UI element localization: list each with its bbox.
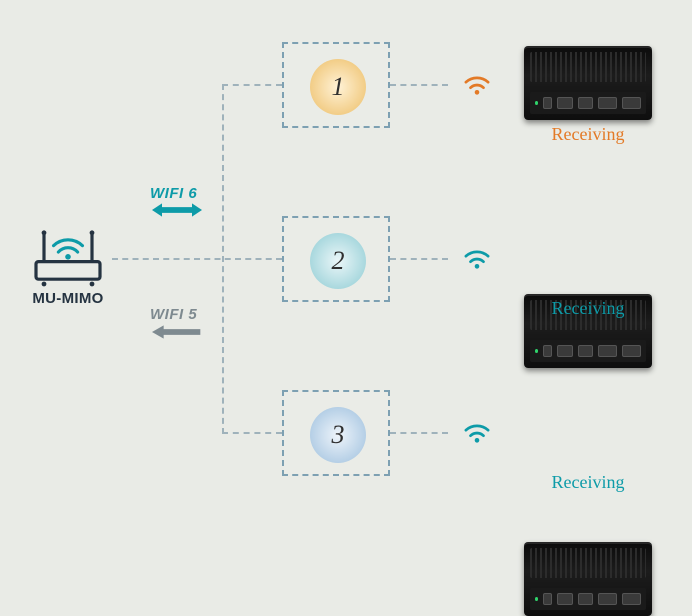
node-number-3: 3	[332, 420, 345, 450]
node-number-1: 1	[332, 72, 345, 102]
dash-line	[390, 258, 448, 260]
dash-line	[222, 432, 282, 434]
node-box-1: 1	[282, 42, 390, 128]
dash-line	[222, 84, 224, 434]
node-circle-2: 2	[310, 233, 366, 289]
node-circle-3: 3	[310, 407, 366, 463]
dash-line	[222, 84, 282, 86]
device-3	[524, 542, 652, 616]
wifi-icon	[462, 246, 492, 270]
wifi5-label: WIFI 5	[150, 306, 197, 323]
dash-line	[112, 258, 282, 260]
node-circle-1: 1	[310, 59, 366, 115]
wifi-icon	[462, 420, 492, 444]
node-box-2: 2	[282, 216, 390, 302]
node-number-2: 2	[332, 246, 345, 276]
node-box-3: 3	[282, 390, 390, 476]
wifi-icon	[462, 72, 492, 96]
device-1	[524, 46, 652, 120]
dash-line	[390, 432, 448, 434]
device-3-status: Receiving	[524, 472, 652, 493]
device-1-status: Receiving	[524, 124, 652, 145]
router-icon	[28, 212, 108, 292]
wifi5-arrow-icon	[152, 322, 202, 342]
router-label: MU-MIMO	[20, 290, 116, 307]
dash-line	[390, 84, 448, 86]
device-2-status: Receiving	[524, 298, 652, 319]
wifi6-arrow-icon	[152, 200, 202, 220]
